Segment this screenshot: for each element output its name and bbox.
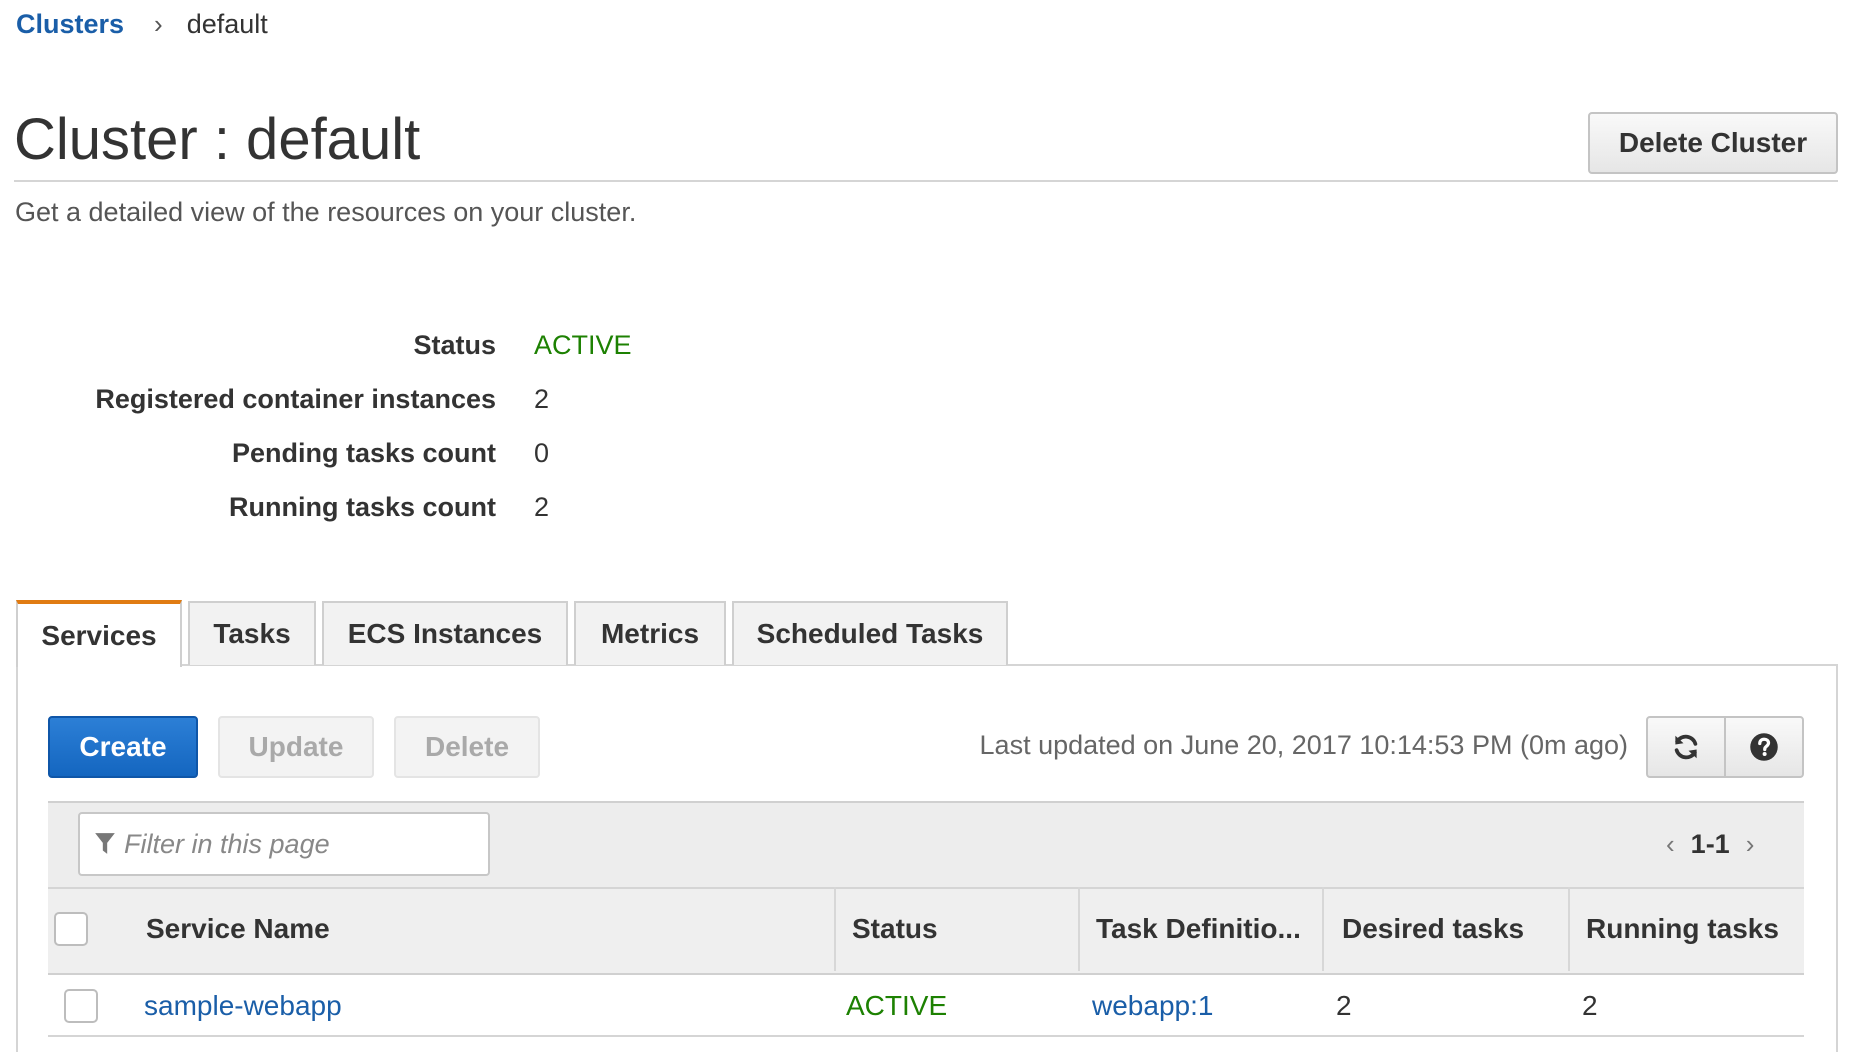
task-definition-link[interactable]: webapp:1 <box>1092 978 1213 1034</box>
next-page-icon[interactable]: › <box>1736 829 1765 860</box>
detail-label-running-tasks: Running tasks count <box>228 492 496 522</box>
detail-label-pending-tasks: Pending tasks count <box>231 438 496 468</box>
help-icon <box>1750 733 1778 761</box>
breadcrumb: Clusters › default <box>16 4 268 44</box>
column-separator <box>1568 887 1570 971</box>
page-title: Cluster : default <box>14 107 421 172</box>
column-header-status[interactable]: Status <box>852 887 938 971</box>
detail-label-status: Status <box>413 330 496 360</box>
select-all-checkbox[interactable] <box>54 912 88 946</box>
service-name-link[interactable]: sample-webapp <box>144 978 342 1034</box>
filter-input[interactable]: Filter in this page <box>78 812 490 876</box>
title-divider <box>14 180 1838 182</box>
tab-scheduled-tasks[interactable]: Scheduled Tasks <box>732 601 1008 665</box>
tab-panel-right-border <box>1836 664 1838 1052</box>
service-status: ACTIVE <box>846 990 948 1021</box>
tab-services[interactable]: Services <box>16 600 182 667</box>
column-separator <box>834 887 836 971</box>
tab-tasks[interactable]: Tasks <box>188 601 316 665</box>
tab-metrics[interactable]: Metrics <box>574 601 726 665</box>
filter-icon <box>94 832 116 856</box>
column-header-desired-tasks[interactable]: Desired tasks <box>1342 887 1524 971</box>
column-header-task-definition[interactable]: Task Definitio... <box>1096 887 1301 971</box>
column-separator <box>1322 887 1324 971</box>
detail-value-running-tasks: 2 <box>534 492 550 522</box>
delete-button[interactable]: Delete <box>394 716 540 778</box>
update-button[interactable]: Update <box>218 716 374 778</box>
refresh-icon <box>1674 734 1698 760</box>
row-divider <box>48 1035 1804 1037</box>
breadcrumb-separator-icon: › <box>154 8 163 39</box>
detail-value-registered-instances: 2 <box>534 384 550 414</box>
column-header-running-tasks[interactable]: Running tasks <box>1586 887 1779 971</box>
detail-label-registered-instances: Registered container instances <box>95 384 496 414</box>
previous-page-icon[interactable]: ‹ <box>1656 829 1685 860</box>
refresh-button[interactable] <box>1646 716 1726 778</box>
create-button[interactable]: Create <box>48 716 198 778</box>
last-updated-text: Last updated on June 20, 2017 10:14:53 P… <box>979 730 1628 760</box>
filter-placeholder: Filter in this page <box>124 828 330 859</box>
tab-ecs-instances[interactable]: ECS Instances <box>322 601 568 665</box>
help-button[interactable] <box>1724 716 1804 778</box>
desired-tasks-value: 2 <box>1336 990 1352 1021</box>
running-tasks-value: 2 <box>1582 990 1598 1021</box>
breadcrumb-clusters-link[interactable]: Clusters <box>16 9 124 40</box>
breadcrumb-current: default <box>186 8 268 39</box>
detail-value-status: ACTIVE <box>534 330 632 360</box>
delete-cluster-button[interactable]: Delete Cluster <box>1588 112 1838 174</box>
pagination: ‹ 1-1 › <box>1656 822 1764 866</box>
column-separator <box>1078 887 1080 971</box>
detail-value-pending-tasks: 0 <box>534 438 550 468</box>
page-subtitle: Get a detailed view of the resources on … <box>15 197 637 227</box>
row-checkbox[interactable] <box>64 989 98 1023</box>
pagination-range: 1-1 <box>1690 828 1730 859</box>
column-header-service-name[interactable]: Service Name <box>146 887 330 971</box>
